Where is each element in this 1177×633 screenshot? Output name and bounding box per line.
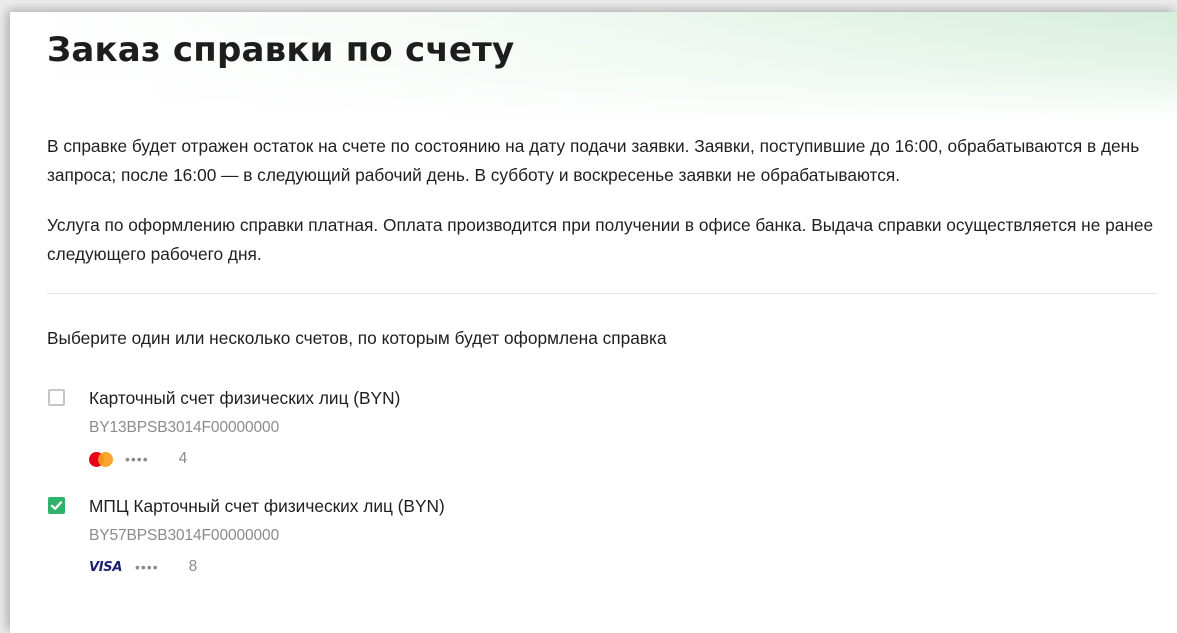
checkmark-icon xyxy=(50,501,63,510)
visa-icon: VISA xyxy=(89,559,123,575)
card-last-digits: 4 xyxy=(178,450,188,467)
select-accounts-prompt: Выберите один или несколько счетов, по к… xyxy=(47,328,667,348)
linked-card: VISA •••• 8 xyxy=(89,556,1157,578)
info-paragraph-processing: В справке будет отражен остаток на счете… xyxy=(47,136,1140,185)
section-divider xyxy=(47,293,1157,294)
account-checkbox-unchecked[interactable] xyxy=(48,389,65,406)
statement-order-panel: Заказ справки по счету В справке будет о… xyxy=(10,12,1177,633)
account-option-card-byn[interactable]: Карточный счет физических лиц (BYN) BY13… xyxy=(47,387,1157,470)
panel-content: Заказ справки по счету В справке будет о… xyxy=(10,12,1177,578)
card-last-digits: 8 xyxy=(188,558,198,575)
card-mask-dots: •••• xyxy=(135,559,159,575)
linked-card: •••• 4 xyxy=(89,448,1157,470)
mastercard-icon xyxy=(89,451,119,467)
card-mask-dots: •••• xyxy=(125,451,149,467)
account-name: МПЦ Карточный счет физических лиц (BYN) xyxy=(89,496,445,516)
account-number: BY13BPSB3014F00000000 xyxy=(89,419,280,436)
account-number: BY57BPSB3014F00000000 xyxy=(89,527,280,544)
account-name: Карточный счет физических лиц (BYN) xyxy=(89,388,401,408)
account-checkbox-checked[interactable] xyxy=(48,497,65,514)
info-paragraph-fee: Услуга по оформлению справки платная. Оп… xyxy=(47,215,1154,264)
page-title: Заказ справки по счету xyxy=(47,30,515,70)
account-option-mpc-card-byn[interactable]: МПЦ Карточный счет физических лиц (BYN) … xyxy=(47,495,1157,578)
